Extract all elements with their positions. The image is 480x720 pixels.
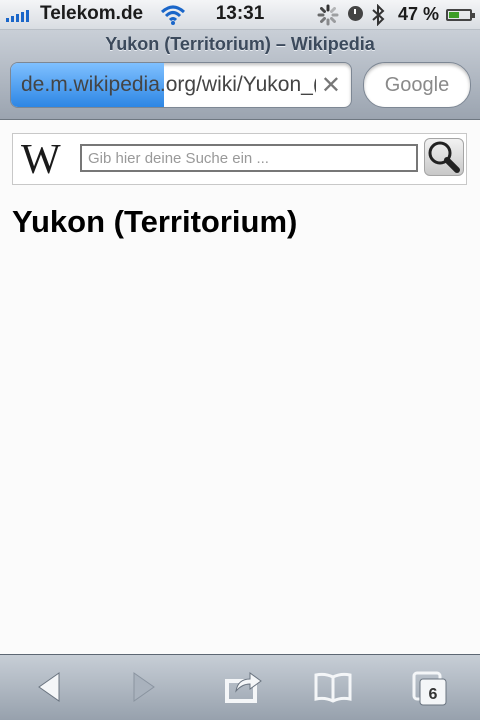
wiki-search-button[interactable] (424, 138, 464, 176)
battery-percent: 47 % (398, 4, 440, 24)
share-icon (225, 672, 262, 703)
search-icon (428, 141, 460, 173)
share-button[interactable] (224, 667, 264, 712)
tabs-button[interactable]: 6 (410, 667, 450, 712)
search-field[interactable]: Google (363, 62, 471, 108)
url-field[interactable]: de.m.wikipedia.org/wiki/Yukon_(Territori… (10, 62, 352, 108)
status-bar: Telekom.de 13:31 47 % (0, 0, 480, 30)
wiki-header: W Gib hier deine Suche ein ... (12, 133, 467, 185)
wikipedia-logo[interactable]: W (21, 136, 61, 184)
browser-navbar: Yukon (Territorium) – Wikipedia de.m.wik… (0, 30, 480, 120)
activity-icon (317, 4, 339, 31)
clock-icon (348, 6, 363, 21)
browser-toolbar: 6 (0, 654, 480, 720)
tabs-icon: 6 (412, 671, 447, 706)
clear-icon[interactable]: ✕ (321, 71, 341, 100)
battery-icon (446, 9, 475, 21)
forward-button[interactable] (130, 667, 158, 712)
wiki-search-input[interactable]: Gib hier deine Suche ein ... (80, 144, 418, 172)
back-button[interactable] (35, 667, 63, 712)
bookmarks-icon (314, 672, 352, 703)
bookmarks-button[interactable] (313, 667, 353, 712)
back-icon (38, 672, 60, 702)
article-title: Yukon (Territorium) (12, 204, 298, 239)
url-text[interactable]: de.m.wikipedia.org/wiki/Yukon_(Territori… (21, 73, 316, 97)
search-placeholder: Google (384, 74, 450, 96)
forward-icon (133, 672, 155, 702)
wiki-search-placeholder: Gib hier deine Suche ein ... (88, 150, 269, 167)
wikipedia-logo-letter: W (21, 137, 61, 183)
page-title: Yukon (Territorium) – Wikipedia (105, 34, 375, 54)
tab-count: 6 (429, 686, 438, 703)
bluetooth-icon (371, 3, 385, 31)
